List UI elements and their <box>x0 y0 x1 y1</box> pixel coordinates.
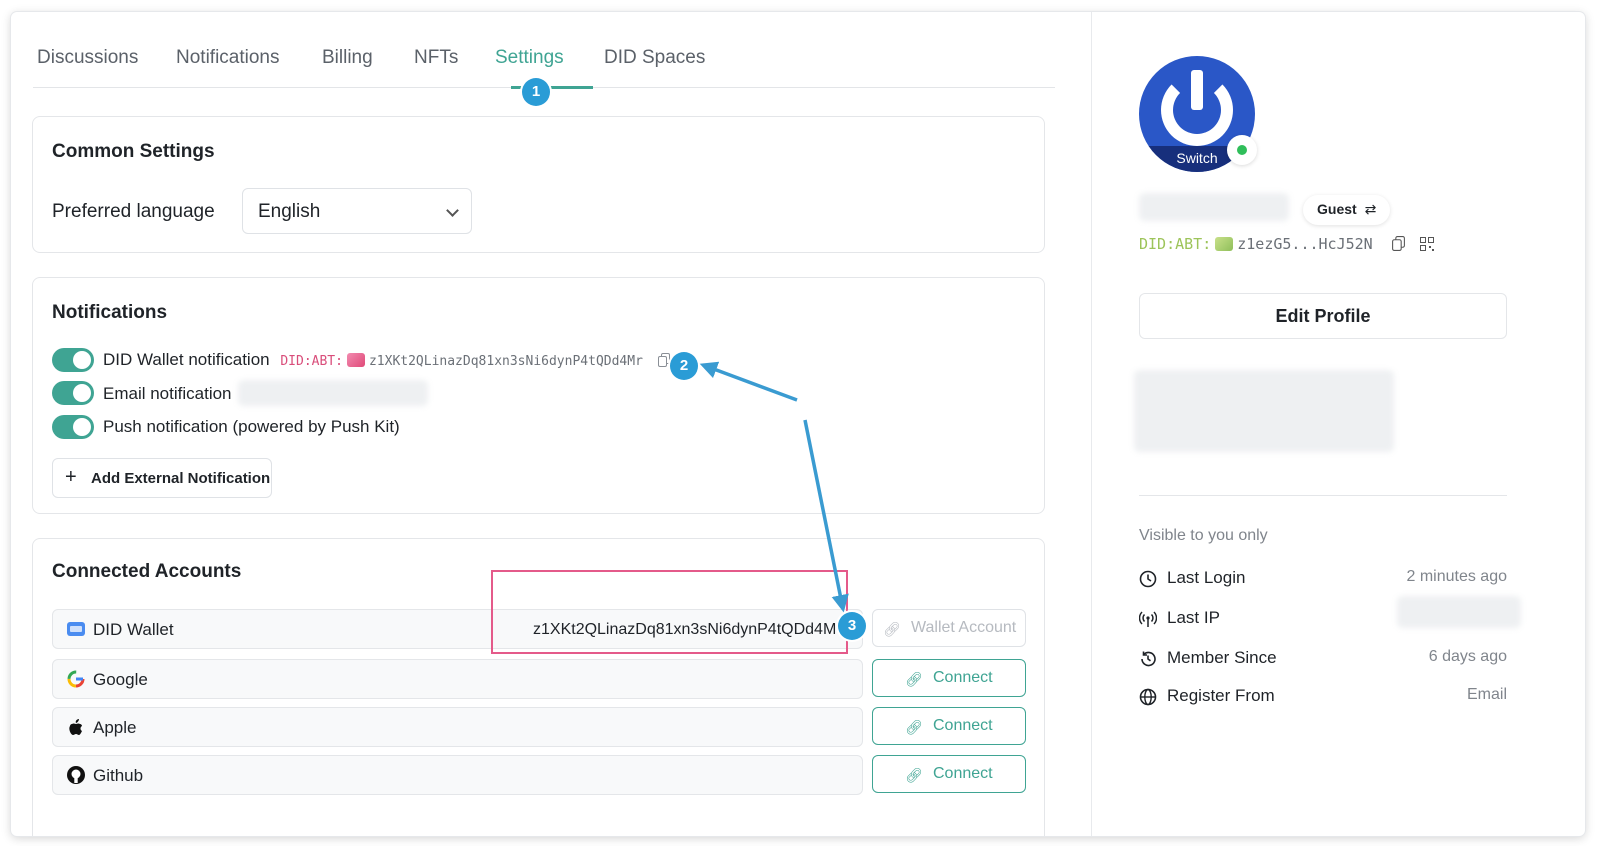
did-avatar-icon <box>1215 237 1234 251</box>
visibility-note: Visible to you only <box>1139 527 1268 544</box>
info-value: Email <box>1466 686 1507 703</box>
edit-profile-button[interactable]: Edit Profile <box>1139 293 1507 339</box>
role-label: Guest <box>1317 201 1357 217</box>
swap-icon: ⇄ <box>1364 201 1377 217</box>
info-label: Last IP <box>1167 608 1220 627</box>
info-last-login: Last Login 2 minutes ago <box>1139 568 1507 592</box>
copy-icon[interactable] <box>1391 236 1405 251</box>
info-last-ip: Last IP <box>1139 596 1521 632</box>
info-label: Member Since <box>1167 648 1277 667</box>
history-icon <box>1141 651 1156 667</box>
annotation-arrows <box>699 361 849 613</box>
signal-icon <box>1139 611 1157 627</box>
app-window: Discussions Notifications Billing NFTs S… <box>11 12 1585 836</box>
info-value: 6 days ago <box>1428 648 1507 665</box>
qr-code-icon[interactable] <box>1419 237 1434 251</box>
info-register-from: Register From Email <box>1139 686 1507 710</box>
info-member-since: Member Since 6 days ago <box>1139 648 1507 672</box>
online-status-icon <box>1227 135 1257 165</box>
redacted-profile-info <box>1134 370 1394 452</box>
profile-did-value: z1ezG5...HcJ52N <box>1237 235 1373 253</box>
arrow-to-badge-2 <box>699 361 798 402</box>
profile-sidebar: Switch Guest ⇄ DID:ABT: z1ezG5...HcJ52N E… <box>1091 12 1585 836</box>
info-label: Last Login <box>1167 568 1246 587</box>
globe-icon <box>1139 688 1157 706</box>
info-value: 2 minutes ago <box>1406 568 1507 585</box>
clock-icon <box>1139 570 1157 588</box>
redacted-username <box>1139 193 1289 221</box>
arrow-to-badge-3 <box>803 419 849 613</box>
profile-did-prefix: DID:ABT: <box>1139 235 1212 253</box>
info-label: Register From <box>1167 686 1275 705</box>
divider <box>1139 495 1507 496</box>
profile-did: DID:ABT: z1ezG5...HcJ52N <box>1139 235 1434 253</box>
redacted-ip <box>1397 596 1521 628</box>
power-logo-stem <box>1191 70 1203 110</box>
role-switch-button[interactable]: Guest ⇄ <box>1303 195 1391 225</box>
